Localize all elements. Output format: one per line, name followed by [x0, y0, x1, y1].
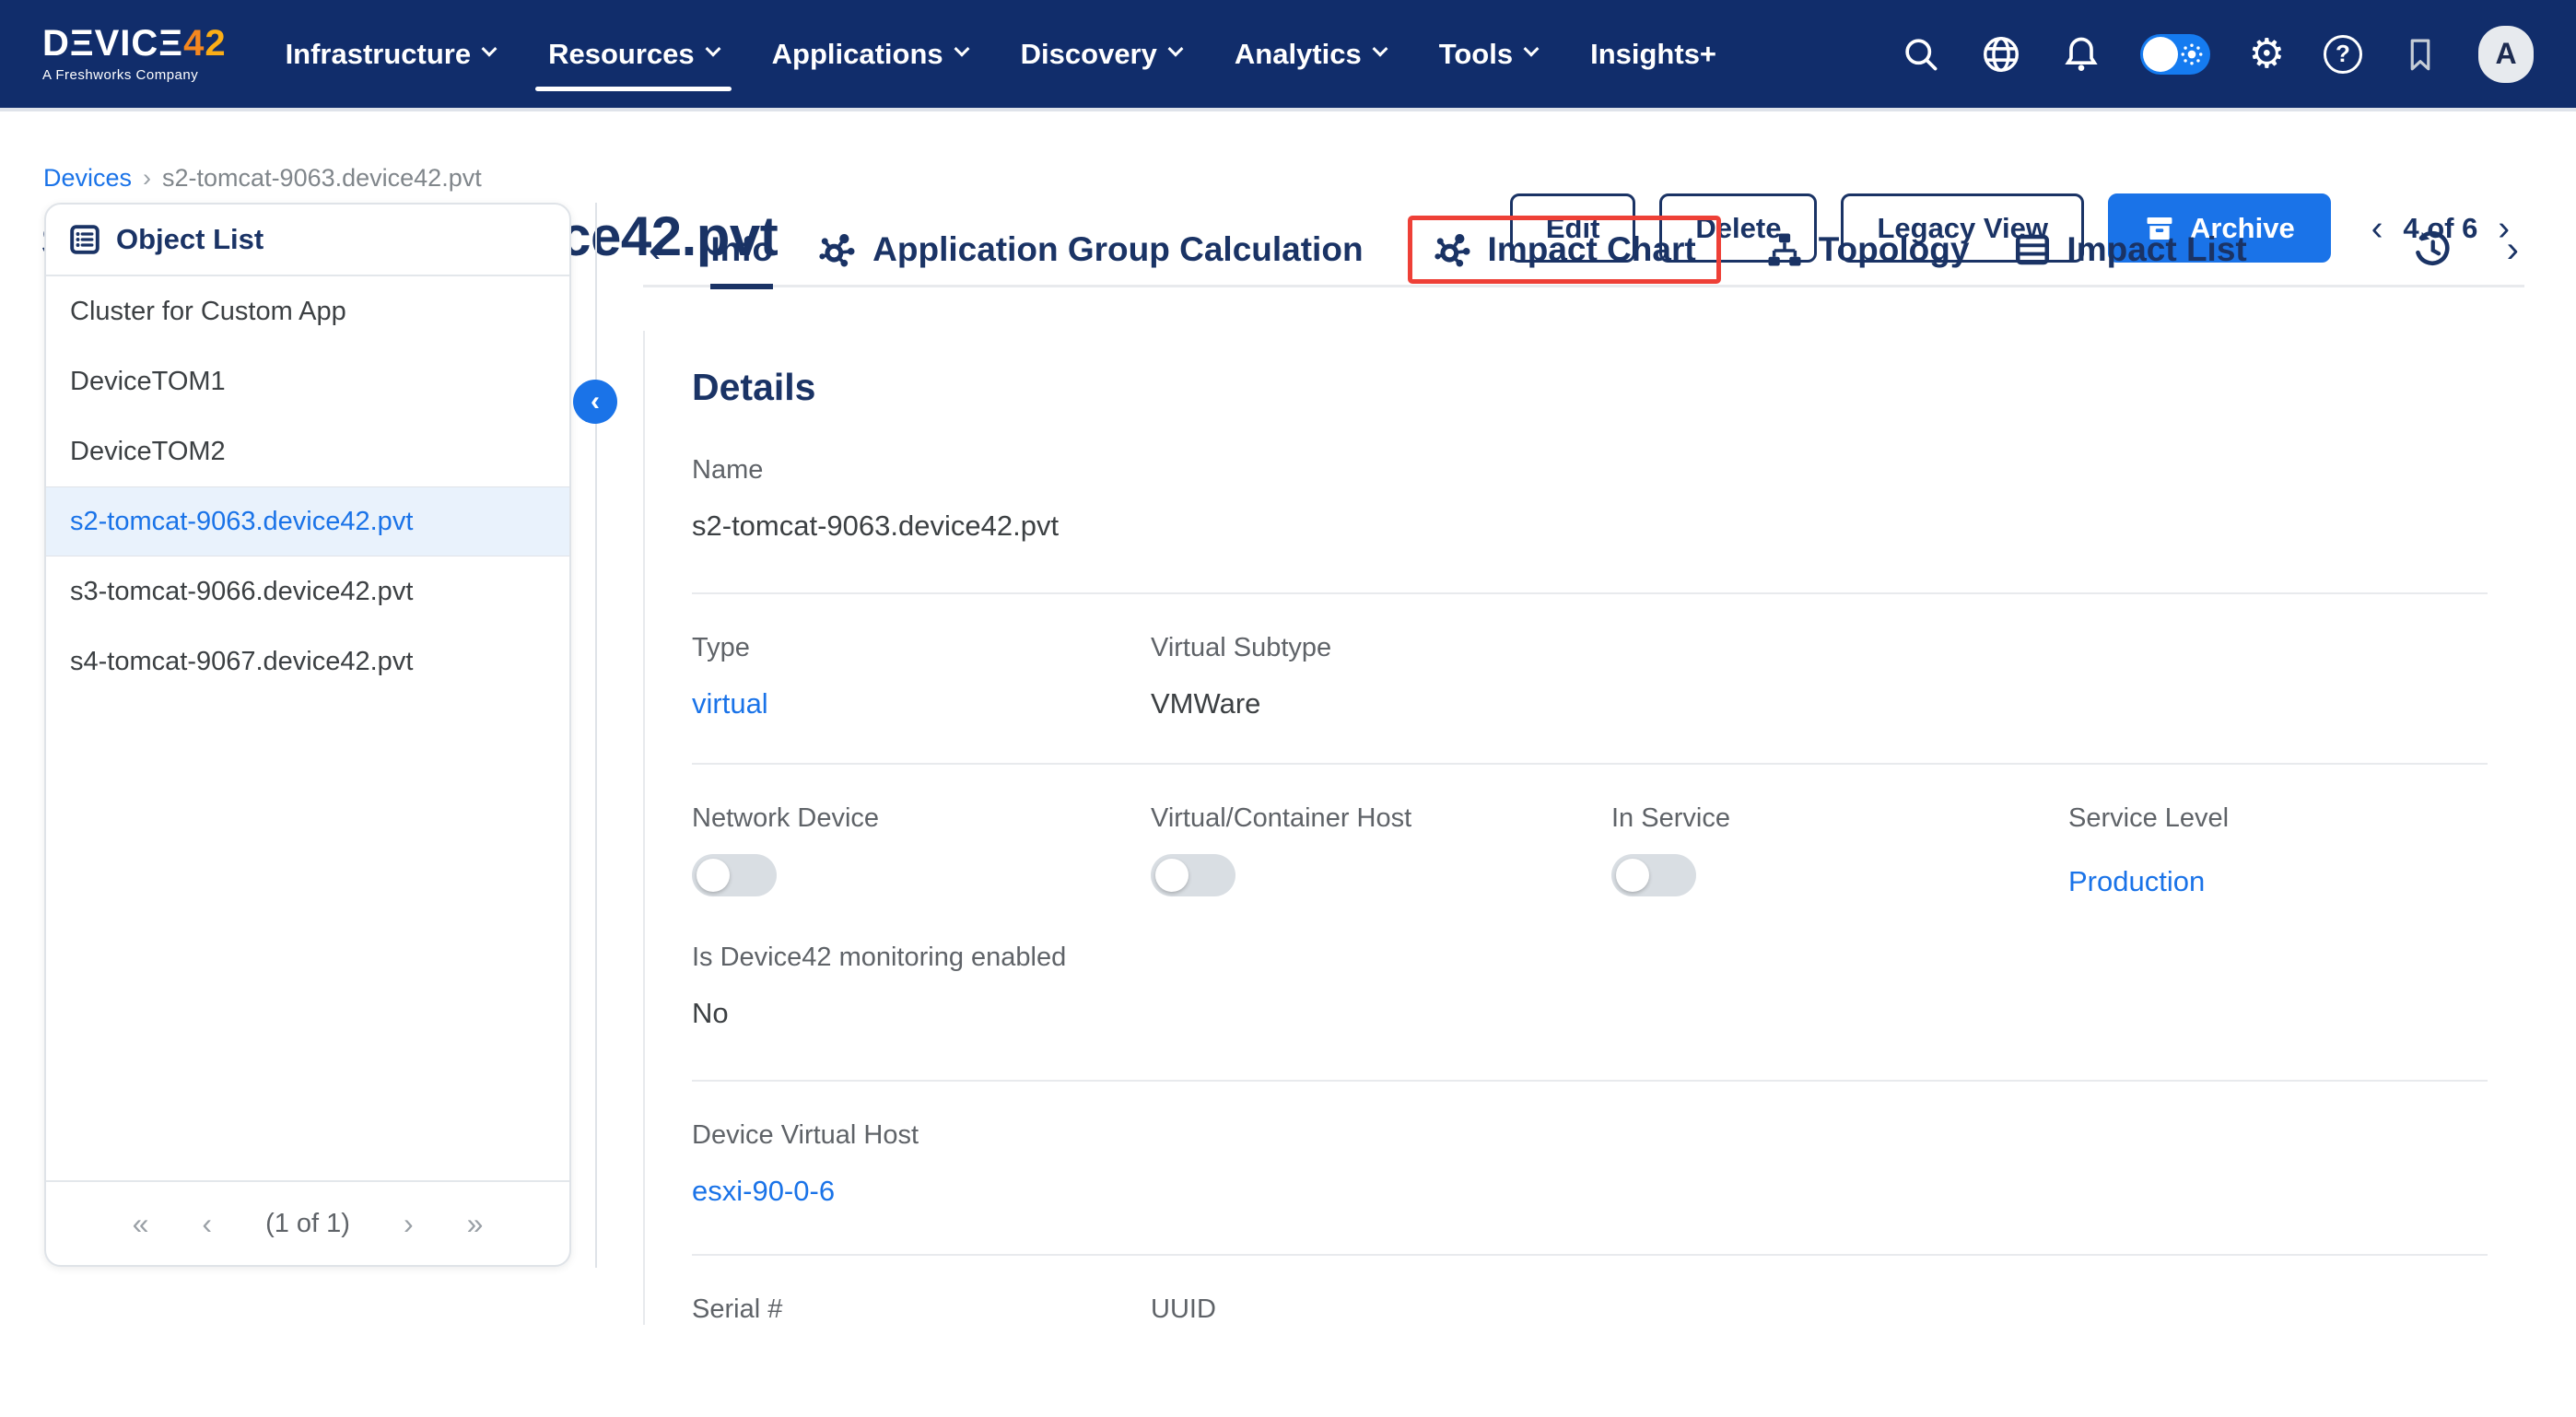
chevron-down-icon	[954, 41, 969, 56]
name-value: s2-tomcat-9063.device42.pvt	[692, 509, 2488, 543]
page-indicator: (1 of 1)	[265, 1209, 350, 1239]
list-item[interactable]: DeviceTOM2	[46, 416, 569, 486]
breadcrumb-current: s2-tomcat-9063.device42.pvt	[162, 164, 482, 193]
list-item[interactable]: DeviceTOM1	[46, 346, 569, 416]
section-divider	[692, 1254, 2488, 1256]
nav-item-infrastructure[interactable]: Infrastructure	[286, 38, 496, 71]
list-item[interactable]: Cluster for Custom App	[46, 276, 569, 346]
device42-logo[interactable]: DΞVICΞ42 A Freshworks Company	[42, 25, 227, 83]
object-list-icon	[68, 223, 101, 256]
logo-wordmark: DΞVICΞ42	[42, 25, 227, 62]
next-page-button[interactable]: ›	[404, 1209, 414, 1238]
network-device-label: Network Device	[692, 803, 1151, 834]
tab-impact-list[interactable]: Impact List	[2013, 213, 2246, 287]
last-page-button[interactable]: »	[467, 1209, 484, 1238]
theme-toggle-knob	[2143, 37, 2178, 72]
tabs-scroll-right[interactable]: ›	[2501, 231, 2524, 268]
breadcrumb-devices-link[interactable]: Devices	[43, 164, 132, 193]
chevron-down-icon	[482, 41, 498, 56]
nav-item-resources[interactable]: Resources	[548, 38, 719, 71]
list-item-selected[interactable]: s2-tomcat-9063.device42.pvt	[46, 486, 569, 556]
uuid-label: UUID	[1151, 1294, 1610, 1325]
first-page-button[interactable]: «	[133, 1209, 149, 1238]
nav-item-analytics[interactable]: Analytics	[1235, 38, 1386, 71]
impact-network-icon	[817, 229, 858, 270]
object-list-sidebar: Object List Cluster for Custom App Devic…	[44, 203, 571, 1267]
settings-gear-icon[interactable]: ⚙	[2249, 34, 2285, 75]
serial-label: Serial #	[692, 1294, 1151, 1325]
tab-info[interactable]: Info	[710, 213, 773, 287]
main-nav: Infrastructure Resources Applications Di…	[286, 38, 1716, 71]
in-service-label: In Service	[1611, 803, 2068, 834]
info-panel: Details Name s2-tomcat-9063.device42.pvt…	[643, 331, 2524, 1325]
chevron-down-icon	[705, 41, 720, 56]
in-service-toggle[interactable]	[1611, 854, 1696, 896]
tab-topology[interactable]: Topology	[1765, 213, 1970, 287]
breadcrumb-separator: ›	[143, 164, 151, 193]
nav-item-discovery[interactable]: Discovery	[1021, 38, 1181, 71]
serial-row: Serial # UUID	[692, 1294, 2488, 1325]
history-icon[interactable]	[2411, 228, 2453, 271]
virtual-container-host-label: Virtual/Container Host	[1151, 803, 1611, 834]
device-virtual-host-label: Device Virtual Host	[692, 1120, 2488, 1151]
virtual-subtype-value: VMWare	[1151, 687, 1610, 720]
virtual-subtype-label: Virtual Subtype	[1151, 633, 1610, 663]
object-list-pagination: « ‹ (1 of 1) › »	[46, 1180, 569, 1265]
notifications-bell-icon[interactable]	[2061, 34, 2102, 75]
section-divider	[692, 592, 2488, 594]
tab-application-group-calculation[interactable]: Application Group Calculation	[817, 213, 1363, 287]
toggles-row: Network Device Virtual/Container Host In…	[692, 803, 2488, 898]
globe-icon[interactable]	[1980, 33, 2022, 76]
section-divider	[692, 763, 2488, 765]
chevron-down-icon	[1524, 41, 1540, 56]
nav-item-applications[interactable]: Applications	[772, 38, 967, 71]
sun-icon	[2180, 42, 2204, 66]
tab-bar: ‹ Info Application Group Calculation Imp…	[643, 214, 2524, 287]
network-device-toggle[interactable]	[692, 854, 777, 896]
help-icon[interactable]: ?	[2324, 35, 2362, 74]
monitoring-enabled-value: No	[692, 997, 2488, 1030]
type-row: Type virtual Virtual Subtype VMWare	[692, 633, 2488, 720]
tab-impact-chart[interactable]: Impact Chart	[1433, 229, 1696, 270]
breadcrumb: Devices › s2-tomcat-9063.device42.pvt	[43, 164, 482, 193]
device-virtual-host-link[interactable]: esxi-90-0-6	[692, 1175, 835, 1208]
details-heading: Details	[692, 366, 2488, 409]
object-list-header: Object List	[46, 205, 569, 276]
service-level-value-link[interactable]: Production	[2068, 865, 2205, 898]
monitoring-enabled-label: Is Device42 monitoring enabled	[692, 943, 2488, 973]
list-item[interactable]: s3-tomcat-9066.device42.pvt	[46, 556, 569, 627]
chevron-down-icon	[1167, 41, 1183, 56]
nav-item-tools[interactable]: Tools	[1439, 38, 1537, 71]
logo-tagline: A Freshworks Company	[42, 67, 227, 83]
theme-toggle[interactable]	[2140, 34, 2210, 75]
object-list: Cluster for Custom App DeviceTOM1 Device…	[46, 276, 569, 1180]
impact-list-table-icon	[2013, 230, 2052, 269]
nav-item-insights[interactable]: Insights+	[1590, 38, 1716, 71]
object-list-title: Object List	[116, 223, 263, 256]
top-navbar: DΞVICΞ42 A Freshworks Company Infrastruc…	[0, 0, 2576, 111]
main-content: ‹ Info Application Group Calculation Imp…	[643, 214, 2524, 1325]
topology-hierarchy-icon	[1765, 230, 1804, 269]
search-icon[interactable]	[1901, 34, 1941, 75]
name-label: Name	[692, 455, 2488, 486]
impact-chart-highlight-box: Impact Chart	[1408, 216, 1721, 284]
tabs-scroll-left[interactable]: ‹	[643, 231, 666, 268]
virtual-container-host-toggle[interactable]	[1151, 854, 1235, 896]
prev-page-button[interactable]: ‹	[202, 1209, 212, 1238]
vertical-divider	[595, 203, 597, 1268]
bookmark-icon[interactable]	[2401, 34, 2440, 75]
list-item[interactable]: s4-tomcat-9067.device42.pvt	[46, 627, 569, 697]
tab-bar-end: ›	[2411, 228, 2524, 271]
type-label: Type	[692, 633, 1151, 663]
service-level-label: Service Level	[2068, 803, 2527, 834]
chevron-down-icon	[1372, 41, 1388, 56]
navbar-right-icons: ⚙ ? A	[1901, 26, 2534, 83]
section-divider	[692, 1080, 2488, 1082]
type-value-link[interactable]: virtual	[692, 687, 768, 720]
user-avatar[interactable]: A	[2478, 26, 2534, 83]
sidebar-collapse-button[interactable]: ‹	[573, 380, 617, 424]
device42-app: DΞVICΞ42 A Freshworks Company Infrastruc…	[0, 0, 2576, 1417]
impact-network-icon	[1433, 229, 1473, 270]
